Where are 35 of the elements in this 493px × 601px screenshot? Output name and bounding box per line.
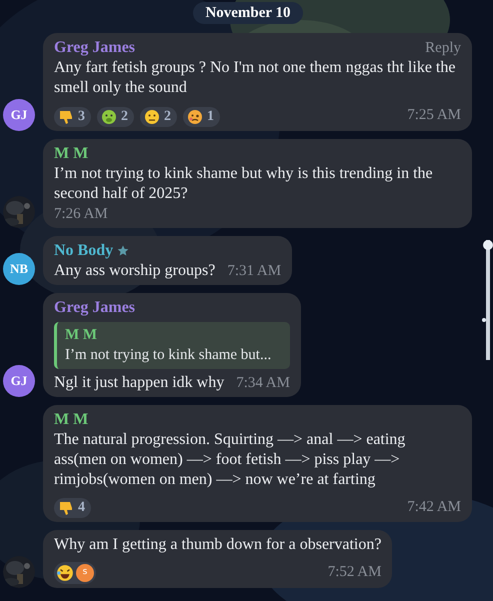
- message-text: I’m not trying to kink shame but why is this trending in the second half of 2025?: [54, 164, 434, 204]
- reaction-button[interactable]: 4: [54, 498, 91, 518]
- message-time: 7:42 AM: [407, 498, 461, 516]
- sender-name[interactable]: M M: [54, 410, 88, 430]
- neutral-face-icon: [144, 108, 160, 124]
- quoted-sender: M M: [65, 326, 98, 344]
- reaction-button[interactable]: 2: [140, 106, 177, 126]
- reaction-button[interactable]: s: [54, 562, 96, 584]
- quoted-text: I’m not trying to kink shame but...: [65, 346, 272, 364]
- laughing-face-icon: [56, 564, 74, 582]
- message-text: Ngl it just happen idk why: [54, 372, 224, 392]
- quoted-message[interactable]: M M I’m not trying to kink shame but...: [54, 322, 290, 368]
- message-time: 7:34 AM: [236, 374, 290, 392]
- message-time: 7:25 AM: [407, 106, 461, 125]
- reactor-avatar: s: [76, 564, 94, 582]
- date-label: November 10: [193, 2, 303, 24]
- thumbs-down-icon: [58, 108, 74, 124]
- message-time: 7:31 AM: [227, 262, 282, 280]
- message-text: The natural progression. Squirting —> anal —> eating ass(men on women) —> foot fetish —> piss play —> rimjobs(women on men) —> now we’re at farting: [54, 430, 406, 490]
- thumbs-down-icon: [58, 500, 74, 516]
- sender-name[interactable]: M M: [54, 144, 88, 164]
- sender-name[interactable]: Greg James: [54, 38, 136, 58]
- message-text: Why am I getting a thumb down for a observation?: [54, 535, 382, 555]
- sender-name[interactable]: No Body: [54, 240, 114, 260]
- message-text: Any ass worship groups?: [54, 260, 216, 280]
- message-time: 7:52 AM: [328, 563, 382, 582]
- dizzy-face-icon: [187, 108, 203, 124]
- message-time: 7:26 AM: [54, 204, 108, 224]
- reaction-button[interactable]: 3: [54, 106, 91, 126]
- sick-face-icon: [101, 108, 117, 124]
- sender-name[interactable]: Greg James: [54, 298, 136, 318]
- reaction-button[interactable]: 2: [97, 106, 134, 126]
- reaction-button[interactable]: 1: [183, 106, 220, 126]
- reply-link[interactable]: Reply: [425, 38, 461, 58]
- message-text: Any fart fetish groups ? No I'm not one them nggas tht like the smell only the sound: [54, 58, 456, 98]
